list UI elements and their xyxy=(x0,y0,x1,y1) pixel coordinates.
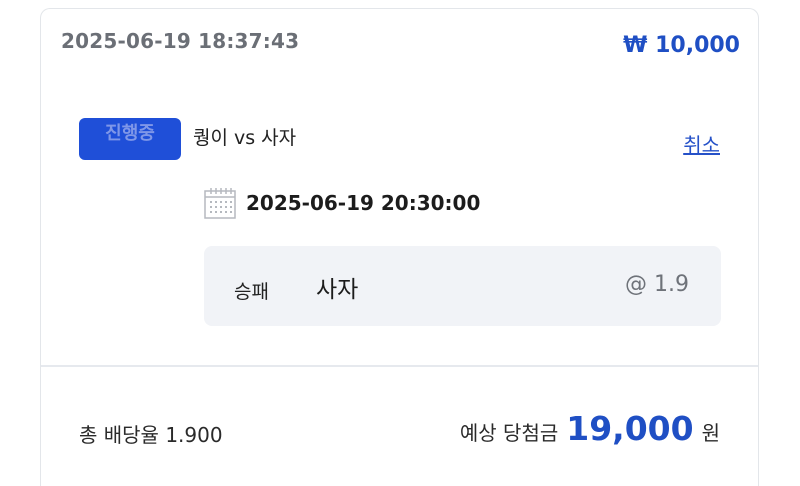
status-badge: 진행중 xyxy=(79,118,181,160)
selection-box: 승패 사자 @ 1.9 xyxy=(204,246,721,326)
bet-placed-datetime: 2025-06-19 18:37:43 xyxy=(61,29,300,53)
total-odds: 총 배당율 1.900 xyxy=(79,423,223,447)
event-datetime-row: 2025-06-19 20:30:00 xyxy=(203,185,480,221)
currency-unit: 원 xyxy=(701,421,720,445)
stake-amount: ₩ 10,000 xyxy=(623,33,740,58)
market-label: 승패 xyxy=(234,281,269,303)
bet-slip-card: 2025-06-19 18:37:43 ₩ 10,000 진행중 퀑이 vs 사… xyxy=(40,8,759,486)
pick-label: 사자 xyxy=(316,277,359,303)
event-datetime: 2025-06-19 20:30:00 xyxy=(246,191,481,215)
expected-payout-label: 예상 당첨금 xyxy=(459,421,559,445)
expected-payout: 예상 당첨금 19,000 원 xyxy=(460,409,720,448)
divider xyxy=(41,365,758,367)
match-title: 퀑이 vs 사자 xyxy=(193,127,297,149)
calendar-icon xyxy=(203,186,237,220)
cancel-button[interactable]: 취소 xyxy=(683,129,720,158)
expected-payout-amount: 19,000 xyxy=(566,409,694,448)
odds-label: @ 1.9 xyxy=(625,272,689,297)
